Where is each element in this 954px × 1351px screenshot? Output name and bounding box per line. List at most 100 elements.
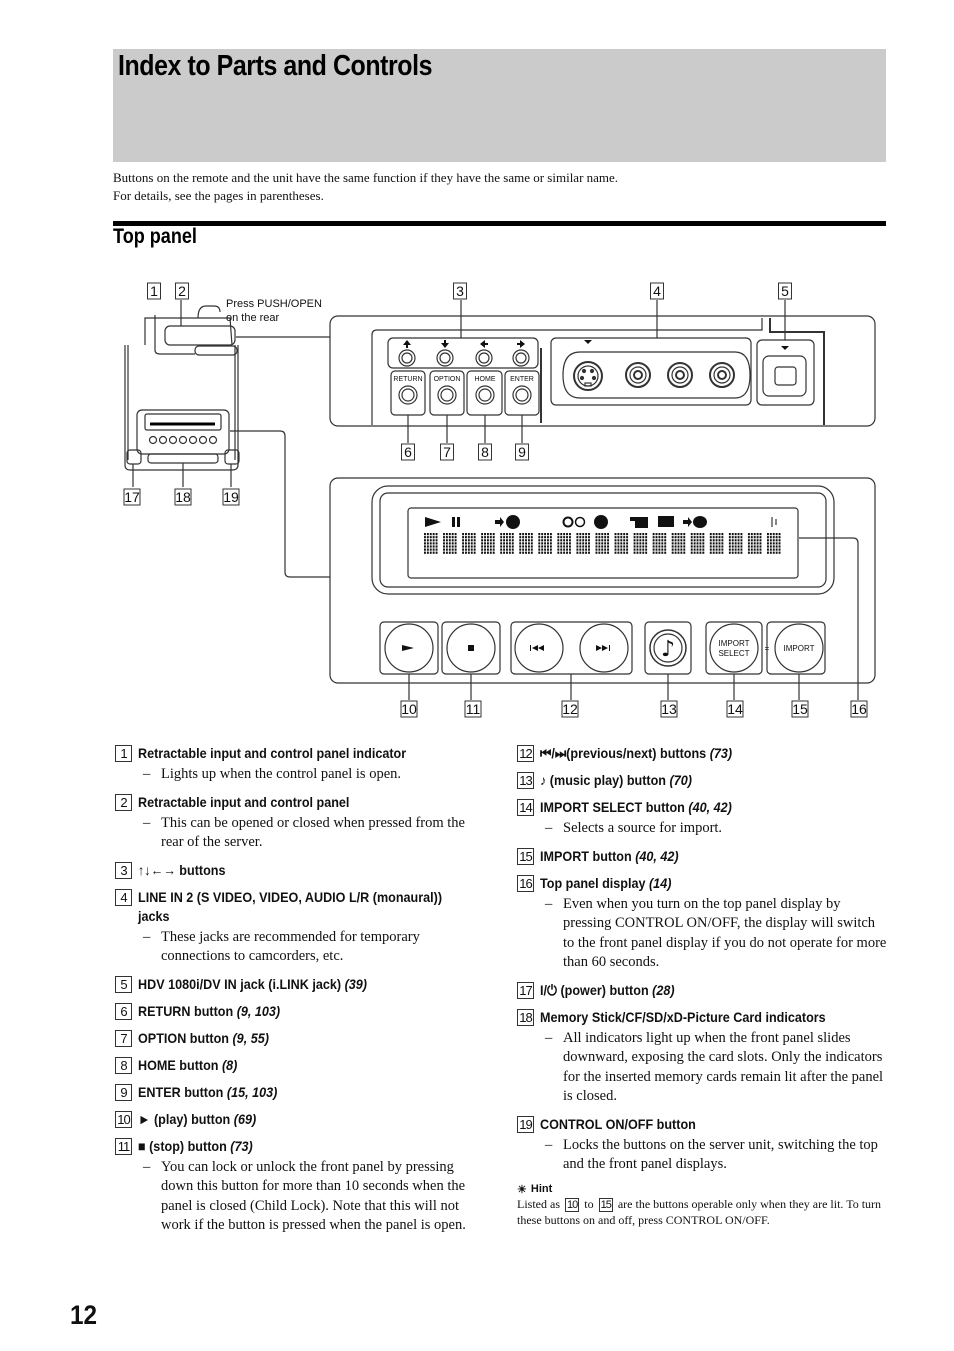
item-title: I/⏻ (power) button xyxy=(540,981,649,998)
display-disc-icon xyxy=(594,515,608,529)
display-cell xyxy=(747,533,762,554)
item-description-text: These jacks are recommended for temporar… xyxy=(161,928,420,965)
card-indicators-thumb xyxy=(147,453,219,464)
hint-text: Listed as 10 to 15 are the buttons opera… xyxy=(517,1196,889,1228)
index-item-9: 9 ENTER button (15, 103) xyxy=(115,1083,487,1102)
callout-number: 1 xyxy=(150,283,158,299)
item-title-wrap: IMPORT SELECT button (40, 42) xyxy=(540,798,854,817)
previous-icon xyxy=(530,645,544,651)
index-item-heading: 9 ENTER button (15, 103) xyxy=(115,1083,487,1102)
s-video-jack[interactable] xyxy=(573,361,603,391)
audio-l-jack[interactable] xyxy=(667,362,693,388)
play-icon xyxy=(402,645,414,651)
right-arrow-icon xyxy=(517,340,525,348)
display-transfer-icon xyxy=(771,517,777,527)
audio-r-jack[interactable] xyxy=(709,362,735,388)
item-title-wrap: IMPORT button (40, 42) xyxy=(540,847,854,866)
item-page-ref: (9, 55) xyxy=(232,1029,269,1046)
page-number: 12 xyxy=(70,1300,98,1330)
item-description: – This can be opened or closed when press… xyxy=(143,814,487,853)
callout-13: 13 xyxy=(660,700,678,718)
index-item-heading: 11 ■ (stop) button (73) xyxy=(115,1137,487,1156)
callout-number: 17 xyxy=(124,489,140,505)
hint-badge-from: 10 xyxy=(565,1197,580,1212)
item-title-wrap: RETURN button (9, 103) xyxy=(138,1002,452,1021)
item-title-wrap: ■ (stop) button (73) xyxy=(138,1137,452,1156)
item-title-wrap: ⏮/⏭(previous/next) buttons (73) xyxy=(540,744,854,763)
index-item-5: 5 HDV 1080i/DV IN jack (i.LINK jack) (39) xyxy=(115,975,487,994)
index-item-heading: 7 OPTION button (9, 55) xyxy=(115,1029,487,1048)
item-number-badge: 6 xyxy=(115,1002,132,1020)
left-button[interactable] xyxy=(475,349,493,367)
hint-box: ☀ Hint Listed as 10 to 15 are the button… xyxy=(517,1183,889,1228)
display-import-disc-icon xyxy=(495,517,504,527)
item-number-badge: 17 xyxy=(517,981,534,999)
index-item-16: 16 Top panel display (14) – Even when you t… xyxy=(517,874,889,973)
item-description: – Even when you turn on the top panel dis… xyxy=(545,895,889,973)
index-item-heading: 19 CONTROL ON/OFF button xyxy=(517,1115,889,1134)
mini-buttons xyxy=(148,435,218,445)
item-page-ref: (73) xyxy=(230,1137,253,1154)
item-description: – All indicators light up when the front … xyxy=(545,1029,889,1107)
item-title: ■ (stop) button xyxy=(138,1137,227,1154)
item-title-wrap: Memory Stick/CF/SD/xD-Picture Card indic… xyxy=(540,1008,854,1027)
import-select-button[interactable] xyxy=(709,623,759,673)
display-cell xyxy=(462,533,476,554)
import-select-label-1: IMPORT xyxy=(719,639,750,648)
display-cell xyxy=(671,533,686,554)
callout-number: 4 xyxy=(653,283,661,299)
item-page-ref: (15, 103) xyxy=(226,1083,278,1100)
item-title-wrap: CONTROL ON/OFF button xyxy=(540,1115,854,1134)
item-title: ♪ (music play) button xyxy=(540,772,666,788)
video-jack[interactable] xyxy=(625,362,651,388)
dash: – xyxy=(143,1158,151,1175)
item-title: HDV 1080i/DV IN jack (i.LINK jack) xyxy=(138,975,342,992)
item-number-badge: 1 xyxy=(115,745,132,762)
item-description-text: Locks the buttons on the server unit, sw… xyxy=(563,1136,878,1173)
callout-number: 6 xyxy=(404,444,412,460)
index-item-7: 7 OPTION button (9, 55) xyxy=(115,1029,487,1048)
item-title: HOME button xyxy=(138,1056,219,1073)
down-button[interactable] xyxy=(436,349,454,367)
up-button[interactable] xyxy=(398,349,416,367)
item-number-badge: 16 xyxy=(517,874,534,892)
index-item-2: 2 Retractable input and control panel – Thi… xyxy=(115,793,487,853)
callout-number: 12 xyxy=(562,701,578,717)
item-title-wrap: HDV 1080i/DV IN jack (i.LINK jack) (39) xyxy=(138,975,452,994)
item-number-badge: 8 xyxy=(115,1056,132,1074)
callout-12: 12 xyxy=(561,700,579,718)
item-title-wrap: ♪ (music play) button (70) xyxy=(540,771,854,790)
index-item-heading: 16 Top panel display (14) xyxy=(517,874,889,893)
callout-number: 2 xyxy=(178,283,186,299)
power-button-thumb xyxy=(126,449,142,465)
index-item-14: 14 IMPORT SELECT button (40, 42) – Selects … xyxy=(517,798,889,839)
index-item-heading: 4 LINE IN 2 (S VIDEO, VIDEO, AUDIO L/R (m… xyxy=(115,888,487,926)
callout-3: 3 xyxy=(453,282,467,300)
dash: – xyxy=(143,766,151,782)
item-description: – Lights up when the control panel is ope… xyxy=(143,765,487,785)
display-import-hdd-icon xyxy=(683,517,692,527)
return-label: RETURN xyxy=(393,376,422,383)
down-arrow-icon xyxy=(441,340,449,348)
index-item-17: 17 I/⏻ (power) button (28) xyxy=(517,981,889,1000)
display-cell xyxy=(424,533,438,554)
item-description: – Locks the buttons on the server unit, s… xyxy=(545,1136,889,1175)
item-page-ref: (69) xyxy=(233,1110,257,1127)
item-page-ref: (73) xyxy=(709,745,733,761)
index-item-heading: 5 HDV 1080i/DV IN jack (i.LINK jack) (39) xyxy=(115,975,487,994)
callout-number: 15 xyxy=(792,701,808,717)
ilink-jack[interactable] xyxy=(762,355,807,397)
dash: – xyxy=(545,1136,553,1153)
display-character-cells xyxy=(424,533,781,554)
item-title-wrap: I/⏻ (power) button (28) xyxy=(540,981,854,1000)
display-cell xyxy=(633,533,648,554)
display-pause-icon xyxy=(452,517,455,527)
index-item-heading: 2 Retractable input and control panel xyxy=(115,793,487,812)
push-open-note-line-2: on the rear xyxy=(226,312,280,324)
index-item-3: 3 ↑↓←→ buttons xyxy=(115,861,487,880)
item-description: – Selects a source for import. xyxy=(545,819,889,839)
item-title: IMPORT button xyxy=(540,847,632,864)
item-page-ref: (40, 42) xyxy=(635,847,679,864)
callout-5: 5 xyxy=(778,282,792,300)
callout-9: 9 xyxy=(515,443,529,461)
